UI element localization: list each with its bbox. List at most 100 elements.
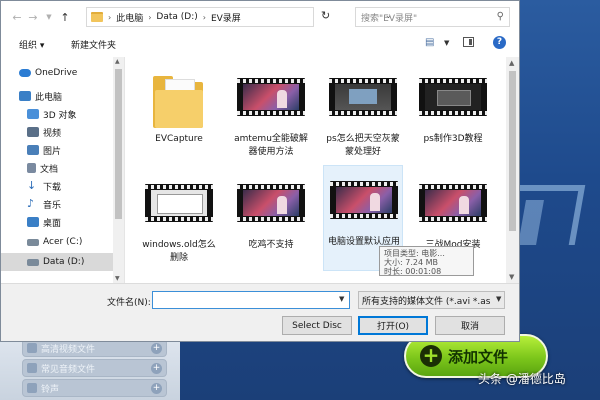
file-item-video[interactable]: ps制作3D教程: [413, 63, 493, 169]
audio-icon: [27, 363, 37, 373]
video-thumbnail: [237, 174, 305, 234]
format-item-label: 常见音频文件: [41, 364, 96, 375]
sidebar-item-label: Data (D:): [43, 257, 85, 267]
dialog-footer: 文件名(N): ▼ 所有支持的媒体文件 (*.avi *.as ▼ Select…: [1, 283, 519, 341]
scrollbar-thumb[interactable]: [115, 69, 122, 219]
scroll-up-icon[interactable]: ▲: [509, 59, 514, 67]
breadcrumb-separator-icon: ›: [108, 12, 112, 22]
folder-thumbnail: [145, 68, 213, 128]
refresh-icon[interactable]: ↻: [321, 9, 330, 22]
navigation-pane: OneDrive 此电脑 3D 对象 视频 图片 文档 ↓ 下载 ♪ 音乐 桌面…: [1, 57, 125, 283]
file-list-scrollbar[interactable]: ▲ ▼: [506, 57, 519, 283]
video-thumbnail: [145, 174, 213, 234]
navigation-scrollbar[interactable]: ▲ ▼: [113, 57, 124, 283]
open-button[interactable]: 打开(O): [358, 316, 428, 335]
video-thumbnail: [330, 171, 398, 231]
file-type-filter-select[interactable]: 所有支持的媒体文件 (*.avi *.as: [358, 291, 505, 309]
format-list-panel: 高清视频文件 + 常见音频文件 + 铃声 +: [0, 335, 180, 400]
format-item-audio[interactable]: 常见音频文件 +: [22, 359, 167, 377]
file-name: windows.old怎么删除: [142, 240, 216, 263]
tooltip-type: 项目类型: 电影...: [384, 249, 445, 258]
forward-arrow-icon[interactable]: →: [25, 11, 41, 24]
sidebar-item-label: OneDrive: [35, 68, 78, 78]
search-icon: ⚲: [496, 11, 504, 22]
tooltip-duration: 时长: 00:01:08: [384, 267, 442, 276]
computer-icon: [19, 91, 31, 101]
help-icon[interactable]: ?: [493, 36, 506, 49]
music-icon: ♪: [27, 197, 35, 210]
format-item-label: 高清视频文件: [41, 344, 96, 355]
new-folder-button[interactable]: 新建文件夹: [71, 38, 116, 51]
expand-icon[interactable]: +: [151, 362, 162, 374]
breadcrumb-separator-icon: ›: [148, 12, 152, 22]
folder-icon: [153, 76, 203, 128]
format-item-label: 铃声: [41, 384, 60, 395]
desktop-icon: [27, 217, 39, 227]
file-name: 吃鸡不支持: [248, 240, 294, 250]
filename-label: 文件名(N):: [107, 298, 151, 308]
breadcrumb-ev-folder[interactable]: EV录屏: [211, 11, 241, 24]
scroll-down-icon[interactable]: ▼: [509, 273, 514, 281]
file-name: amtemu全能破解器使用方法: [234, 134, 308, 157]
file-item-video[interactable]: ps怎么把天空灰蒙蒙处理好: [323, 63, 403, 169]
file-item-evcapture-folder[interactable]: EVCapture: [139, 63, 219, 169]
sidebar-item-label: 下载: [43, 182, 62, 193]
sidebar-item-label: 桌面: [43, 218, 62, 229]
open-file-dialog: ← → ▼ ↑ › 此电脑 › Data (D:) › EV录屏 ⌄ ↻ 搜索"…: [0, 0, 520, 342]
filter-dropdown-icon[interactable]: ▼: [496, 295, 501, 303]
breadcrumb-this-pc[interactable]: 此电脑: [116, 11, 143, 24]
picture-icon: [27, 145, 39, 155]
view-options-icon[interactable]: ▤: [425, 37, 434, 48]
drive-icon: [27, 238, 39, 246]
file-item-video[interactable]: 吃鸡不支持: [231, 169, 311, 275]
video-thumbnail: [237, 68, 305, 128]
view-dropdown-icon[interactable]: ▼: [444, 39, 449, 47]
download-icon: ↓: [27, 179, 37, 192]
file-type-filter-value: 所有支持的媒体文件 (*.avi *.as: [362, 296, 491, 307]
video-icon: [27, 343, 37, 353]
search-placeholder: 搜索"EV录屏": [361, 13, 418, 24]
up-arrow-icon[interactable]: ↑: [57, 11, 73, 24]
back-arrow-icon[interactable]: ←: [9, 11, 25, 24]
breadcrumb-separator-icon: ›: [202, 12, 206, 22]
folder-icon: [91, 12, 103, 22]
cancel-button[interactable]: 取消: [435, 316, 505, 335]
filename-input[interactable]: [152, 291, 350, 309]
select-disc-button[interactable]: Select Disc: [282, 316, 352, 335]
document-icon: [27, 163, 36, 173]
sidebar-item-data-d[interactable]: Data (D:): [1, 253, 113, 271]
cube-icon: [27, 109, 39, 119]
drive-icon: [27, 258, 39, 266]
video-thumbnail: [419, 68, 487, 128]
scroll-up-icon[interactable]: ▲: [115, 58, 120, 65]
plus-icon: +: [420, 345, 442, 367]
file-info-tooltip: 项目类型: 电影... 大小: 7.24 MB 时长: 00:01:08: [379, 246, 474, 276]
breadcrumb-data-drive[interactable]: Data (D:): [156, 12, 197, 22]
address-field[interactable]: › 此电脑 › Data (D:) › EV录屏 ⌄: [86, 7, 392, 27]
tooltip-size: 大小: 7.24 MB: [384, 258, 438, 267]
add-file-label: 添加文件: [448, 347, 509, 366]
expand-icon[interactable]: +: [151, 382, 162, 394]
ringtone-icon: [27, 383, 37, 393]
sidebar-item-label: Acer (C:): [43, 237, 83, 247]
recent-locations-chevron-icon[interactable]: ▼: [41, 13, 57, 21]
preview-pane-icon[interactable]: [463, 37, 474, 47]
sidebar-item-label: 音乐: [43, 200, 62, 211]
file-name: ps怎么把天空灰蒙蒙处理好: [326, 134, 400, 157]
video-thumbnail: [329, 68, 397, 128]
format-item-ringtone[interactable]: 铃声 +: [22, 379, 167, 397]
sidebar-item-label: 文档: [40, 164, 59, 175]
cloud-icon: [19, 69, 31, 77]
filename-dropdown-icon[interactable]: ▼: [339, 295, 344, 303]
file-item-video[interactable]: windows.old怎么删除: [139, 169, 219, 275]
scroll-down-icon[interactable]: ▼: [115, 275, 120, 282]
organize-menu-button[interactable]: 组织 ▾: [19, 38, 44, 51]
search-input[interactable]: 搜索"EV录屏" ⚲: [355, 7, 510, 27]
expand-icon[interactable]: +: [151, 342, 162, 354]
file-name: EVCapture: [155, 134, 203, 144]
file-item-video[interactable]: amtemu全能破解器使用方法: [231, 63, 311, 169]
scrollbar-thumb[interactable]: [509, 71, 516, 231]
sidebar-item-label: 图片: [43, 146, 62, 157]
sidebar-item-label: 此电脑: [35, 92, 63, 103]
file-name: ps制作3D教程: [423, 134, 483, 144]
